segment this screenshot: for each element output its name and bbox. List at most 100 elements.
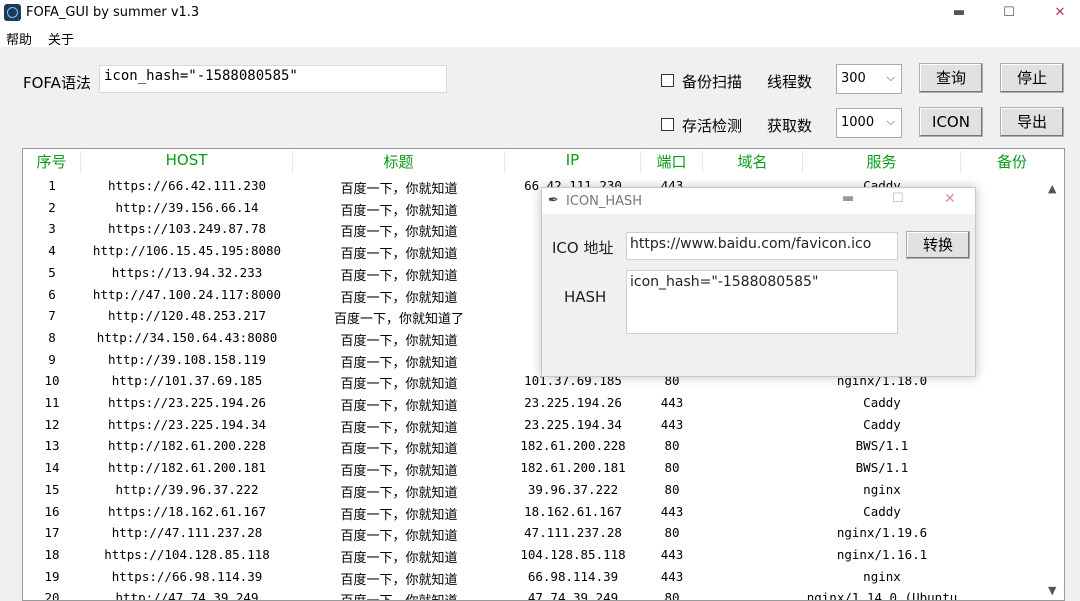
cell-port: 80 bbox=[664, 438, 680, 454]
cell-port: 80 bbox=[664, 481, 680, 497]
feather-icon: ✒ bbox=[548, 193, 559, 208]
cell-ip: 47.111.237.28 bbox=[524, 525, 622, 541]
title-bar: FOFA_GUI by summer v1.3 ▬ ☐ ✕ bbox=[0, 0, 1080, 26]
cell-index: 1 bbox=[48, 178, 56, 193]
query-button[interactable]: 查询 bbox=[919, 63, 983, 93]
cell-index: 19 bbox=[44, 568, 60, 584]
cell-ip: 182.61.200.228 bbox=[520, 438, 626, 454]
maximize-button[interactable]: ☐ bbox=[989, 2, 1029, 24]
cell-title: 百度一下，你就知道 bbox=[340, 225, 458, 241]
menu-about[interactable]: 关于 bbox=[48, 29, 74, 48]
threads-label: 线程数 bbox=[767, 73, 813, 91]
hash-output[interactable]: icon_hash="-1588080585" bbox=[626, 270, 898, 334]
export-button[interactable]: 导出 bbox=[1000, 107, 1064, 137]
table-row[interactable]: 12 https://23.225.194.34 百度一下，你就知道 23.225.1… bbox=[23, 414, 1064, 436]
cell-title: 百度一下，你就知道了 bbox=[333, 312, 464, 328]
header-service[interactable]: 服务 bbox=[803, 151, 961, 173]
cell-host: http://120.48.253.217 bbox=[107, 308, 267, 324]
app-icon bbox=[4, 4, 21, 21]
cell-index: 4 bbox=[48, 243, 56, 259]
menu-help[interactable]: 帮助 bbox=[6, 29, 32, 48]
cell-host: https://23.225.194.26 bbox=[107, 395, 267, 410]
cell-port: 443 bbox=[660, 503, 684, 519]
dialog-minimize-button[interactable]: ▬ bbox=[842, 191, 854, 206]
close-button[interactable]: ✕ bbox=[1040, 2, 1080, 24]
cell-host: https://104.128.85.118 bbox=[104, 546, 270, 562]
table-row[interactable]: 16 https://18.162.61.167 百度一下，你就知道 18.162.6… bbox=[23, 501, 1064, 523]
table-row[interactable]: 11 https://23.225.194.26 百度一下，你就知道 23.225.1… bbox=[23, 392, 1064, 414]
dialog-close-button[interactable]: ✕ bbox=[944, 191, 956, 207]
cell-index: 17 bbox=[44, 525, 60, 541]
cell-index: 15 bbox=[44, 481, 60, 497]
threads-select[interactable]: 300 ⌵ bbox=[836, 64, 902, 94]
icon-hash-dialog: ✒ ICON_HASH ▬ ☐ ✕ ICO 地址 https://www.bai… bbox=[541, 187, 976, 377]
cell-ip: 66.98.114.39 bbox=[527, 568, 619, 584]
stop-button[interactable]: 停止 bbox=[1000, 63, 1064, 93]
cell-ip: 23.225.194.26 bbox=[524, 395, 622, 410]
cell-title: 百度一下，你就知道 bbox=[340, 485, 458, 501]
cell-ip: 182.61.200.181 bbox=[520, 460, 626, 476]
table-row[interactable]: 19 https://66.98.114.39 百度一下，你就知道 66.98.114… bbox=[23, 566, 1064, 588]
cell-host: https://103.249.87.78 bbox=[107, 221, 267, 237]
header-port[interactable]: 端口 bbox=[641, 151, 703, 173]
header-backup[interactable]: 备份 bbox=[961, 151, 1063, 173]
icon-button[interactable]: ICON bbox=[919, 107, 983, 137]
cell-port: 443 bbox=[660, 568, 684, 584]
chevron-down-icon: ⌵ bbox=[886, 71, 895, 84]
alive-check-label: 存活检测 bbox=[682, 117, 743, 135]
cell-host: https://13.94.32.233 bbox=[111, 264, 263, 280]
cell-ip: 47.74.39.249 bbox=[527, 590, 619, 601]
cell-index: 11 bbox=[44, 395, 60, 410]
query-label: FOFA语法 bbox=[23, 74, 91, 92]
cell-title: 百度一下，你就知道 bbox=[340, 247, 458, 263]
table-row[interactable]: 20 http://47.74.39.249 百度一下，你就知道 47.74.39.2… bbox=[23, 587, 1064, 601]
cell-index: 14 bbox=[44, 460, 60, 476]
header-host[interactable]: HOST bbox=[81, 151, 293, 173]
cell-service: BWS/1.1 bbox=[855, 438, 909, 454]
header-index[interactable]: 序号 bbox=[23, 151, 81, 173]
cell-title: 百度一下，你就知道 bbox=[340, 268, 458, 284]
convert-button[interactable]: 转换 bbox=[906, 231, 970, 259]
cell-title: 百度一下，你就知道 bbox=[340, 333, 458, 349]
minimize-button[interactable]: ▬ bbox=[939, 2, 979, 24]
cell-index: 2 bbox=[48, 199, 56, 215]
header-title[interactable]: 标题 bbox=[293, 151, 505, 173]
cell-host: http://47.74.39.249 bbox=[115, 590, 259, 601]
scroll-up-icon[interactable]: ▲ bbox=[1048, 182, 1056, 195]
cell-host: https://23.225.194.34 bbox=[107, 416, 267, 432]
fetch-label: 获取数 bbox=[767, 117, 813, 135]
cell-index: 20 bbox=[44, 590, 60, 601]
cell-host: https://66.42.111.230 bbox=[107, 178, 267, 193]
cell-title: 百度一下，你就知道 bbox=[340, 442, 458, 458]
fetch-select[interactable]: 1000 ⌵ bbox=[836, 108, 902, 138]
hash-label: HASH bbox=[564, 288, 607, 306]
dialog-maximize-button[interactable]: ☐ bbox=[892, 191, 904, 206]
cell-title: 百度一下，你就知道 bbox=[340, 355, 458, 371]
cell-service: nginx/1.14.0 (Ubuntu bbox=[806, 590, 958, 601]
header-ip[interactable]: IP bbox=[505, 151, 641, 173]
alive-check-checkbox[interactable] bbox=[661, 118, 674, 131]
header-domain[interactable]: 域名 bbox=[703, 151, 803, 173]
table-row[interactable]: 13 http://182.61.200.228 百度一下，你就知道 182.61.2… bbox=[23, 435, 1064, 458]
cell-title: 百度一下，你就知道 bbox=[340, 182, 458, 197]
cell-index: 6 bbox=[48, 286, 56, 302]
cell-port: 80 bbox=[664, 460, 680, 476]
query-input[interactable]: icon_hash="-1588080585" bbox=[99, 65, 447, 93]
scroll-down-icon[interactable]: ▼ bbox=[1048, 584, 1056, 597]
table-row[interactable]: 14 http://182.61.200.181 百度一下，你就知道 182.61.2… bbox=[23, 457, 1064, 479]
cell-port: 443 bbox=[660, 546, 684, 562]
table-row[interactable]: 17 http://47.111.237.28 百度一下，你就知道 47.111.23… bbox=[23, 522, 1064, 545]
cell-title: 百度一下，你就知道 bbox=[340, 550, 458, 566]
cell-title: 百度一下，你就知道 bbox=[340, 290, 458, 306]
table-row[interactable]: 18 https://104.128.85.118 百度一下，你就知道 104.128… bbox=[23, 544, 1064, 566]
ico-url-input[interactable]: https://www.baidu.com/favicon.ico bbox=[626, 232, 898, 260]
cell-index: 18 bbox=[44, 546, 60, 562]
cell-host: http://182.61.200.181 bbox=[107, 460, 267, 476]
table-row[interactable]: 15 http://39.96.37.222 百度一下，你就知道 39.96.37.2… bbox=[23, 479, 1064, 501]
cell-host: http://39.96.37.222 bbox=[115, 481, 259, 497]
cell-index: 7 bbox=[48, 308, 56, 324]
backup-scan-checkbox[interactable] bbox=[661, 74, 674, 87]
cell-service: nginx/1.19.6 bbox=[836, 525, 928, 541]
cell-title: 百度一下，你就知道 bbox=[340, 529, 458, 545]
cell-index: 12 bbox=[44, 416, 60, 432]
